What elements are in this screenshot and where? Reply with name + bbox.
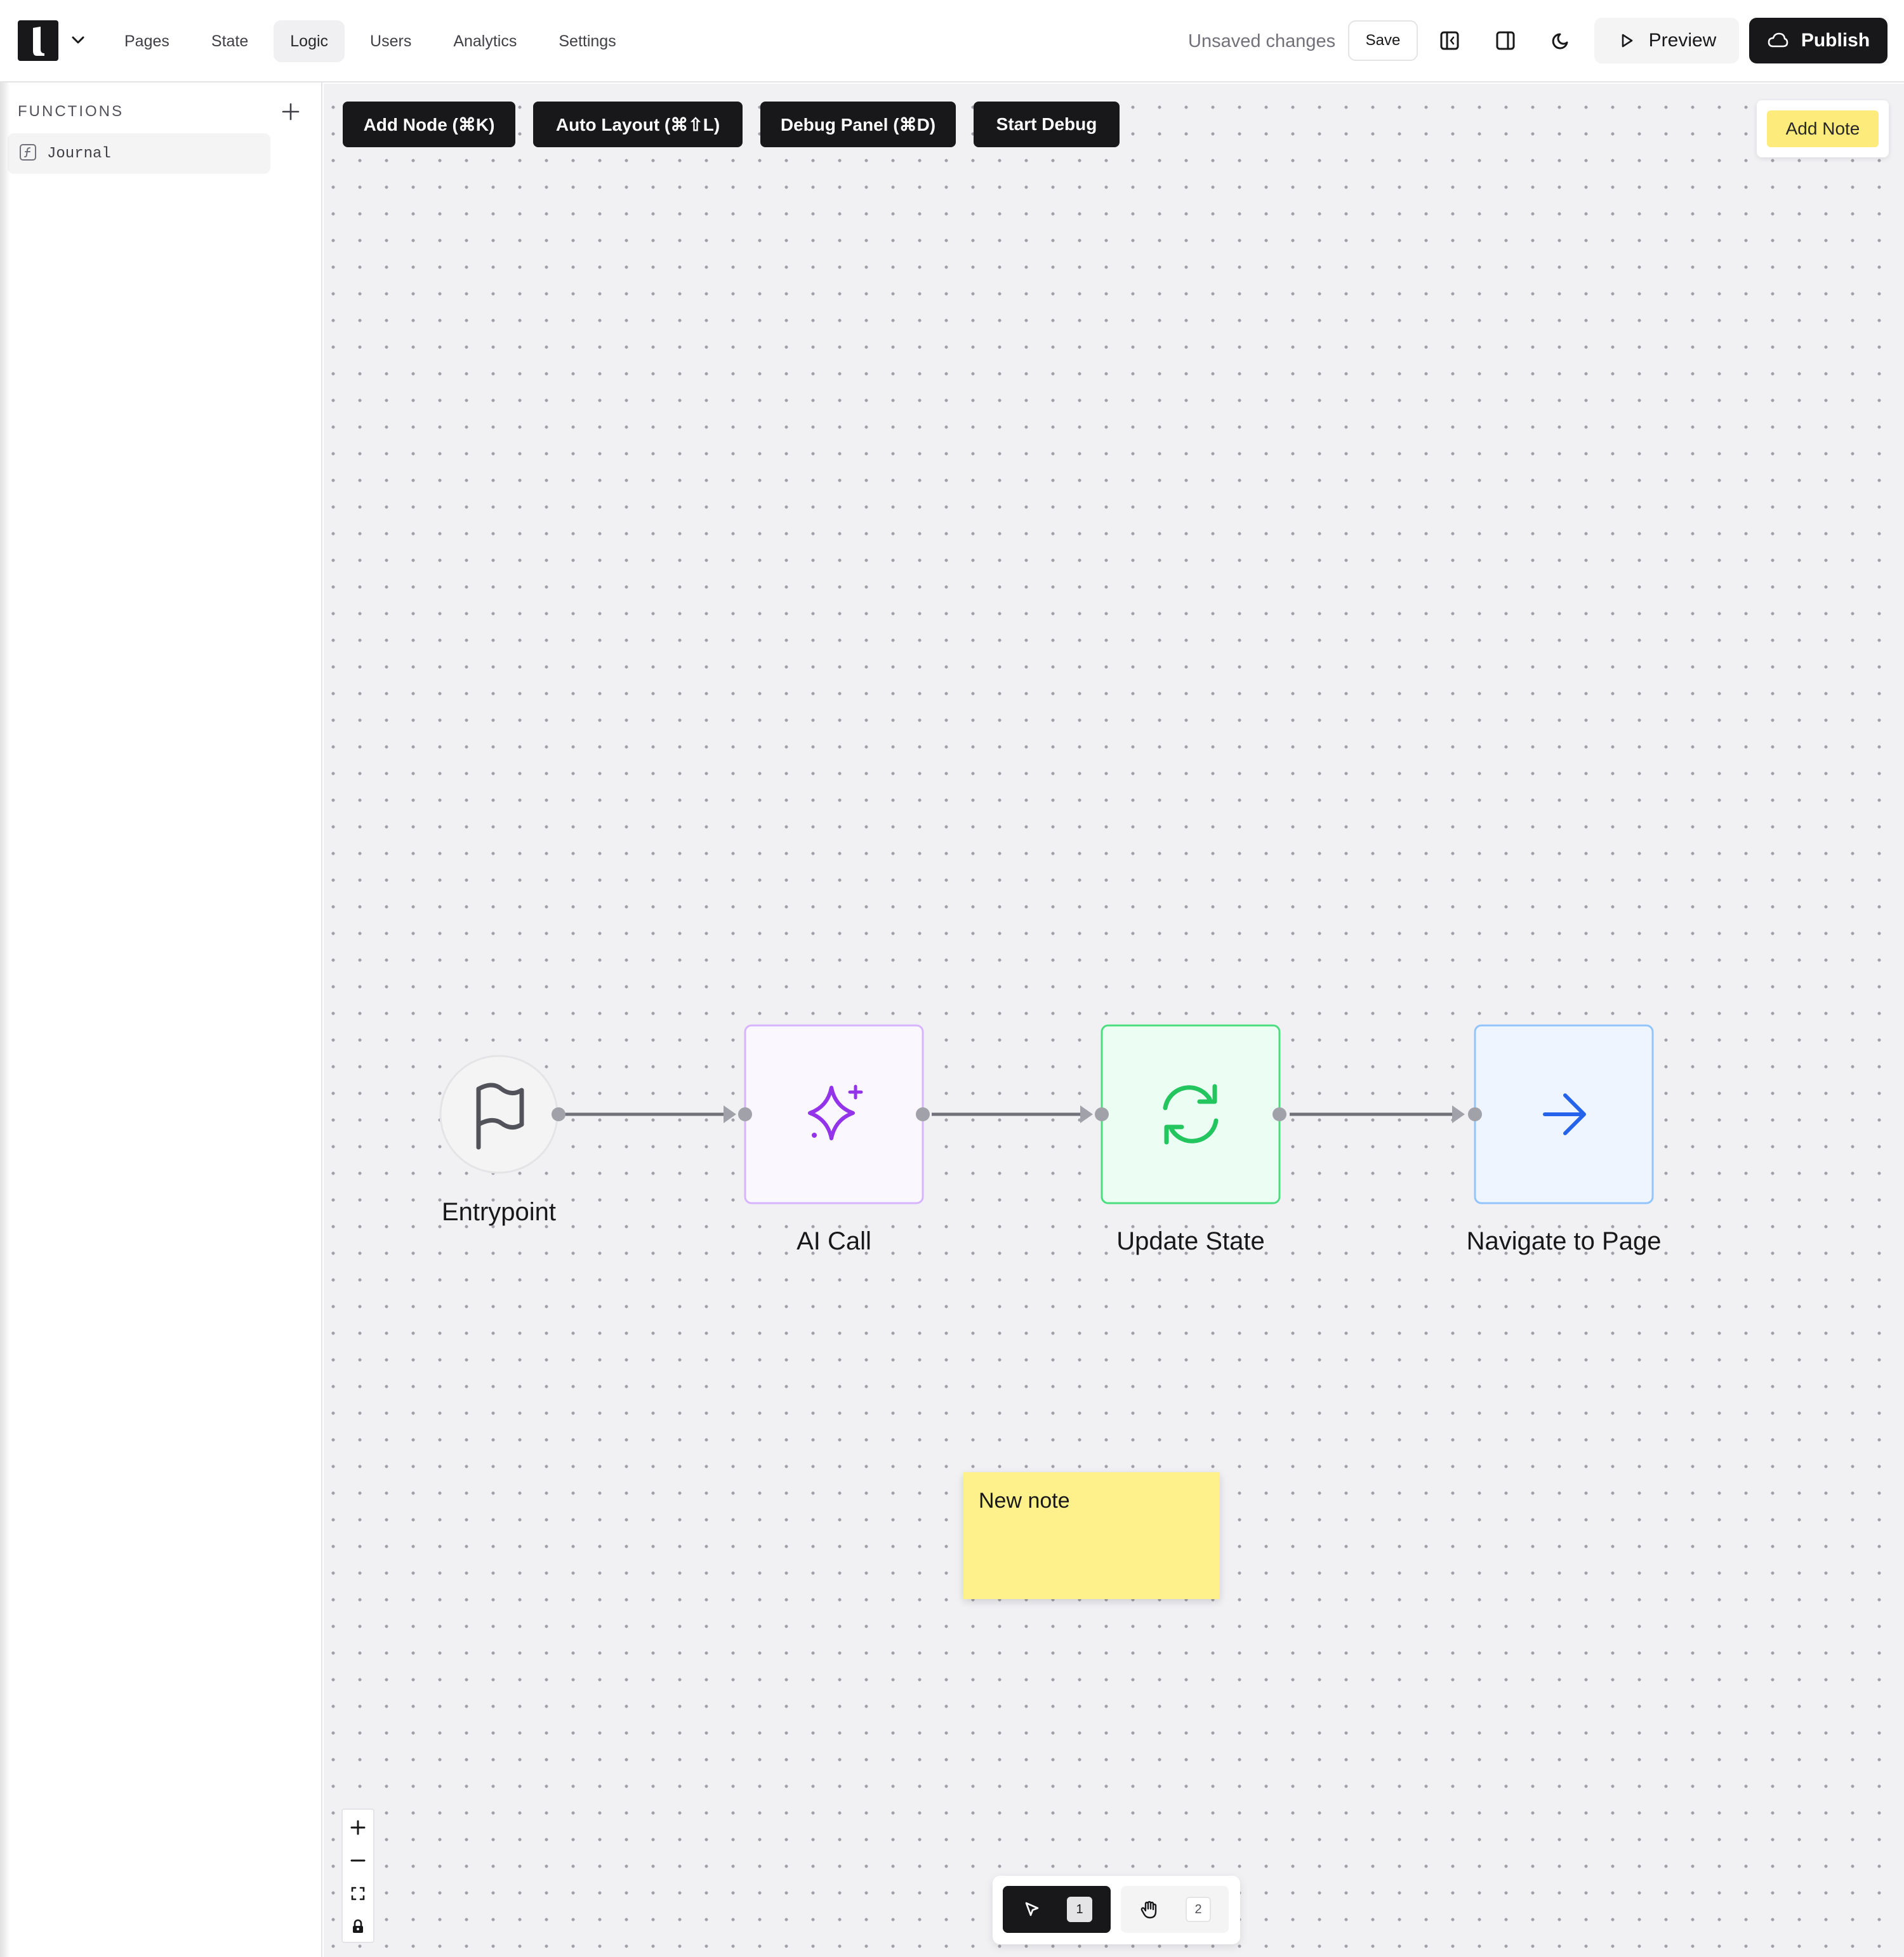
node-label-update-state: Update State: [1116, 1227, 1265, 1255]
save-button[interactable]: Save: [1348, 20, 1418, 61]
zoom-controls: [341, 1809, 374, 1943]
pointer-icon: [1025, 1902, 1039, 1916]
zoom-in-icon[interactable]: [343, 1811, 373, 1844]
flow-diagram: [439, 1024, 1654, 1204]
publish-button[interactable]: Publish: [1749, 18, 1887, 63]
hand-mode-shortcut: 2: [1186, 1897, 1211, 1922]
nav-item-users[interactable]: Users: [354, 20, 428, 62]
preview-label: Preview: [1648, 30, 1717, 51]
node-label-entrypoint: Entrypoint: [441, 1198, 557, 1226]
function-item-label: Journal: [47, 145, 111, 162]
nav-item-pages[interactable]: Pages: [108, 20, 186, 62]
port-navigate-in[interactable]: [1468, 1107, 1482, 1121]
mode-toolbar: 1 2: [993, 1876, 1240, 1944]
node-ai-call[interactable]: [744, 1024, 924, 1204]
node-label-navigate-to-page: Navigate to Page: [1466, 1227, 1662, 1255]
app-logo[interactable]: [18, 20, 58, 61]
edge-entry-to-ai[interactable]: [559, 1105, 736, 1123]
nav-item-logic[interactable]: Logic: [274, 20, 345, 62]
port-entrypoint-out[interactable]: [552, 1107, 565, 1121]
unsaved-status: Unsaved changes: [1188, 30, 1336, 51]
select-mode-button[interactable]: 1: [1003, 1886, 1111, 1933]
nav-item-analytics[interactable]: Analytics: [437, 20, 533, 62]
sidebar-left-toggle-icon[interactable]: [1433, 24, 1466, 57]
sidebar-shade: [0, 82, 10, 1957]
functions-sidebar: FUNCTIONS Journal: [0, 82, 322, 1957]
sticky-note-text[interactable]: New note: [979, 1489, 1070, 1513]
node-update-state[interactable]: [1101, 1024, 1281, 1204]
play-icon: [1622, 34, 1632, 48]
main-nav: Pages State Logic Users Analytics Settin…: [108, 20, 633, 62]
node-entrypoint[interactable]: [439, 1055, 559, 1174]
cloud-icon: [1768, 32, 1788, 48]
moon-icon[interactable]: [1545, 24, 1578, 57]
zoom-out-icon[interactable]: [343, 1844, 373, 1877]
preview-button[interactable]: Preview: [1594, 18, 1739, 63]
select-mode-shortcut: 1: [1067, 1897, 1092, 1922]
hand-icon: [1140, 1901, 1157, 1919]
add-function-icon[interactable]: [279, 100, 302, 123]
chevron-down-icon[interactable]: [69, 30, 88, 49]
function-item-journal[interactable]: Journal: [8, 133, 270, 174]
node-navigate-to-page[interactable]: [1474, 1024, 1654, 1204]
functions-title: FUNCTIONS: [18, 103, 124, 120]
hand-mode-button[interactable]: 2: [1121, 1886, 1229, 1933]
port-update-in[interactable]: [1095, 1107, 1109, 1121]
sticky-note[interactable]: New note: [963, 1472, 1220, 1599]
lock-icon[interactable]: [343, 1910, 373, 1943]
port-update-out[interactable]: [1273, 1107, 1286, 1121]
fit-view-icon[interactable]: [343, 1877, 373, 1910]
panel-right-icon[interactable]: [1489, 24, 1522, 57]
publish-label: Publish: [1801, 30, 1870, 51]
nav-item-settings[interactable]: Settings: [542, 20, 632, 62]
nav-item-state[interactable]: State: [195, 20, 265, 62]
port-ai-in[interactable]: [738, 1107, 752, 1121]
edge-ai-to-update[interactable]: [932, 1105, 1093, 1123]
port-ai-out[interactable]: [916, 1107, 930, 1121]
flow-canvas[interactable]: Add Node (⌘K) Auto Layout (⌘⇧L) Debug Pa…: [324, 84, 1904, 1957]
top-bar: Pages State Logic Users Analytics Settin…: [0, 0, 1904, 82]
function-icon: [19, 143, 37, 164]
node-label-ai-call: AI Call: [797, 1227, 871, 1255]
edge-update-to-navigate[interactable]: [1290, 1105, 1465, 1123]
